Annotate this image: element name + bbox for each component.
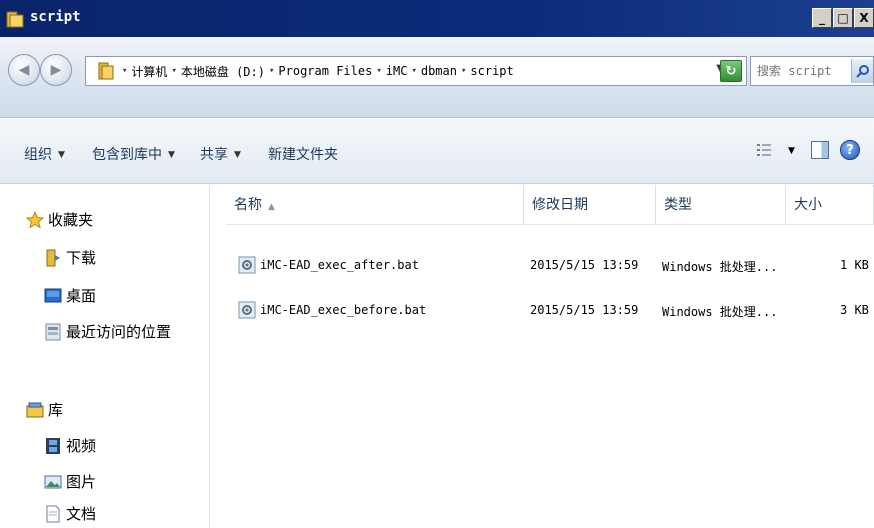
sort-ascending-icon: ▲ xyxy=(268,202,275,212)
column-name-label: 名称 xyxy=(234,197,262,213)
title-bar: script _ □ X xyxy=(0,0,874,37)
nav-videos[interactable]: 视频 xyxy=(44,435,96,456)
column-header-name[interactable]: 名称 ▲ xyxy=(226,185,524,225)
search-icon xyxy=(855,65,869,78)
file-date: 2015/5/15 13:59 xyxy=(530,303,639,317)
breadcrumb-local-disk[interactable]: 本地磁盘 (D:) xyxy=(181,63,265,80)
forward-button[interactable]: ▶ xyxy=(40,54,72,86)
batch-file-icon xyxy=(238,301,256,319)
maximize-button[interactable]: □ xyxy=(833,8,853,28)
refresh-button[interactable]: ↻ xyxy=(720,60,742,82)
breadcrumb-dbman[interactable]: dbman xyxy=(421,64,457,78)
chevron-down-icon[interactable]: ▼ xyxy=(788,146,795,156)
nav-recent[interactable]: 最近访问的位置 xyxy=(44,321,171,342)
file-name: iMC-EAD_exec_after.bat xyxy=(260,258,419,272)
nav-desktop-label: 桌面 xyxy=(66,287,97,305)
window-title: script xyxy=(30,9,81,25)
include-in-library-menu[interactable]: 包含到库中 ▼ xyxy=(92,144,175,164)
nav-favorites-label: 收藏夹 xyxy=(48,211,94,229)
chevron-down-icon: ▼ xyxy=(168,150,175,160)
column-header-date[interactable]: 修改日期 xyxy=(524,185,656,225)
new-folder-label: 新建文件夹 xyxy=(268,147,338,163)
breadcrumb: ▾ 计算机 ▾ 本地磁盘 (D:) ▾ Program Files ▾ iMC … xyxy=(118,63,514,80)
arrow-right-icon: ▶ xyxy=(50,62,62,78)
share-menu[interactable]: 共享 ▼ xyxy=(200,144,241,164)
nav-documents-label: 文档 xyxy=(66,505,97,523)
table-row[interactable]: iMC-EAD_exec_after.bat 2015/5/15 13:59 W… xyxy=(226,254,874,280)
window-controls: _ □ X xyxy=(812,8,874,28)
file-name: iMC-EAD_exec_before.bat xyxy=(260,303,427,317)
batch-file-icon xyxy=(238,256,256,274)
minimize-button[interactable]: _ xyxy=(812,8,832,28)
nav-favorites[interactable]: 收藏夹 xyxy=(26,209,93,230)
file-size: 1 KB xyxy=(840,258,869,272)
nav-desktop[interactable]: 桌面 xyxy=(44,285,96,306)
downloads-folder-icon xyxy=(46,249,60,266)
include-in-library-label: 包含到库中 xyxy=(92,147,162,163)
column-size-label: 大小 xyxy=(794,197,822,213)
file-type: Windows 批处理... xyxy=(662,305,778,319)
recent-places-icon xyxy=(45,323,61,340)
nav-videos-label: 视频 xyxy=(66,437,97,455)
nav-downloads-label: 下载 xyxy=(66,249,97,267)
view-options-icon[interactable] xyxy=(756,142,772,158)
help-icon[interactable]: ? xyxy=(840,140,860,160)
address-row: ◀ ▶ ▾ 计算机 ▾ 本地磁盘 (D:) ▾ Program Files ▾ … xyxy=(0,37,874,118)
address-bar[interactable]: ▾ 计算机 ▾ 本地磁盘 (D:) ▾ Program Files ▾ iMC … xyxy=(85,56,747,86)
search-box[interactable] xyxy=(750,56,874,86)
nav-pictures-label: 图片 xyxy=(66,473,97,491)
chevron-down-icon: ▼ xyxy=(58,150,65,160)
table-row[interactable]: iMC-EAD_exec_before.bat 2015/5/15 13:59 … xyxy=(226,299,874,325)
column-header-size[interactable]: 大小 xyxy=(786,185,874,225)
chevron-down-icon[interactable]: ▾ xyxy=(376,66,381,76)
document-icon xyxy=(46,505,60,522)
breadcrumb-program-files[interactable]: Program Files xyxy=(278,64,372,78)
chevron-down-icon[interactable]: ▾ xyxy=(411,66,416,76)
back-button[interactable]: ◀ xyxy=(8,54,40,86)
file-type: Windows 批处理... xyxy=(662,260,778,274)
video-icon xyxy=(46,437,60,454)
folder-icon xyxy=(6,11,24,28)
nav-libraries[interactable]: 库 xyxy=(26,399,63,420)
command-bar: 组织 ▼ 包含到库中 ▼ 共享 ▼ 新建文件夹 ▼ ? xyxy=(0,118,874,184)
file-date: 2015/5/15 13:59 xyxy=(530,258,639,272)
search-button[interactable] xyxy=(851,59,873,83)
file-size: 3 KB xyxy=(840,303,869,317)
nav-downloads[interactable]: 下载 xyxy=(44,247,96,268)
breadcrumb-imc[interactable]: iMC xyxy=(386,64,408,78)
nav-pictures[interactable]: 图片 xyxy=(44,471,96,492)
chevron-down-icon[interactable]: ▾ xyxy=(461,66,466,76)
column-type-label: 类型 xyxy=(664,197,692,213)
library-icon xyxy=(26,402,44,417)
breadcrumb-script[interactable]: script xyxy=(470,64,513,78)
navigation-pane: 收藏夹 下载 桌面 最近访问的位置 库 视频 图片 文档 xyxy=(0,185,210,528)
search-input[interactable] xyxy=(757,62,847,80)
new-folder-button[interactable]: 新建文件夹 xyxy=(268,144,338,164)
share-label: 共享 xyxy=(200,147,228,163)
preview-pane-icon[interactable] xyxy=(811,141,829,159)
arrow-left-icon: ◀ xyxy=(18,62,30,78)
folder-icon xyxy=(98,62,114,80)
nav-recent-label: 最近访问的位置 xyxy=(66,323,172,341)
column-header-type[interactable]: 类型 xyxy=(656,185,786,225)
column-date-label: 修改日期 xyxy=(532,197,588,213)
desktop-icon xyxy=(44,288,62,302)
nav-libraries-label: 库 xyxy=(48,401,64,419)
refresh-icon: ↻ xyxy=(725,63,737,79)
chevron-down-icon[interactable]: ▾ xyxy=(171,66,176,76)
organize-menu[interactable]: 组织 ▼ xyxy=(24,144,65,164)
nav-documents[interactable]: 文档 xyxy=(44,503,96,524)
breadcrumb-computer[interactable]: 计算机 xyxy=(131,63,167,80)
chevron-down-icon[interactable]: ▾ xyxy=(269,66,274,76)
organize-label: 组织 xyxy=(24,147,52,163)
chevron-down-icon: ▼ xyxy=(234,150,241,160)
picture-icon xyxy=(44,475,62,488)
star-icon xyxy=(26,210,44,229)
chevron-down-icon[interactable]: ▾ xyxy=(122,66,127,76)
close-button[interactable]: X xyxy=(854,8,874,28)
